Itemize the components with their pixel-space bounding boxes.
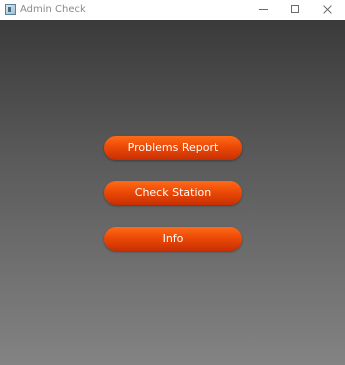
- title-bar: Admin Check: [0, 0, 345, 20]
- info-button[interactable]: Info: [104, 227, 242, 251]
- app-icon: [5, 4, 16, 15]
- maximize-icon[interactable]: [280, 0, 312, 20]
- main-panel: Problems Report Check Station Info: [0, 20, 345, 365]
- check-station-button[interactable]: Check Station: [104, 181, 242, 205]
- minimize-icon[interactable]: [248, 0, 280, 20]
- window-title: Admin Check: [20, 4, 86, 15]
- problems-report-button[interactable]: Problems Report: [104, 136, 242, 160]
- close-icon[interactable]: [312, 0, 344, 20]
- app-window: Admin Check Problems Report Check Statio…: [0, 0, 345, 365]
